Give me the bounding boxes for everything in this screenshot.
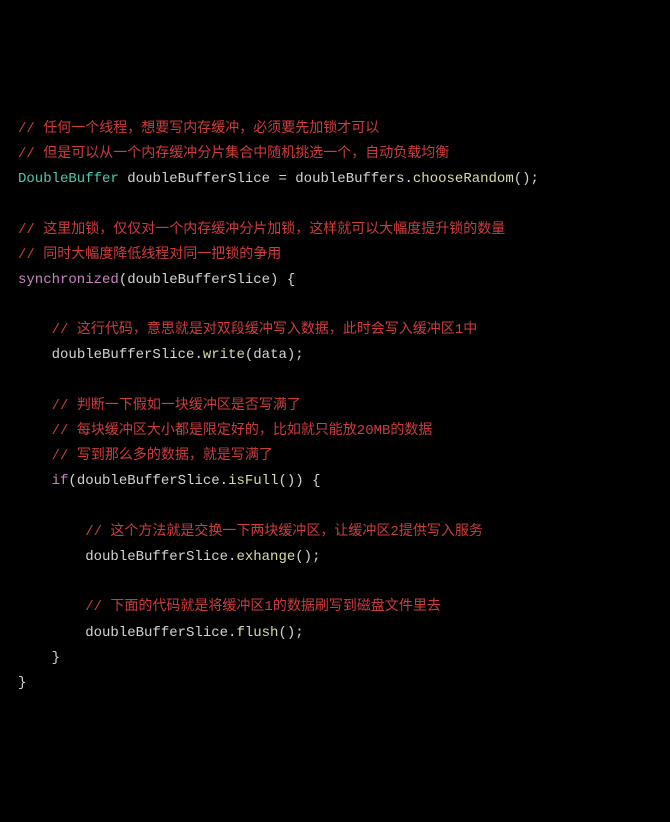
code-token-punct xyxy=(18,524,85,540)
code-token-comment: // 同时大幅度降低线程对同一把锁的争用 xyxy=(18,247,281,263)
code-line: // 任何一个线程，想要写内存缓冲，必须要先加锁才可以 xyxy=(18,117,652,142)
code-token-comment: // 判断一下假如一块缓冲区是否写满了 xyxy=(52,398,301,414)
code-token-comment: // 任何一个线程，想要写内存缓冲，必须要先加锁才可以 xyxy=(18,121,379,137)
code-token-keyword: synchronized xyxy=(18,272,119,288)
code-token-keyword: if xyxy=(52,473,69,489)
code-token-identifier: doubleBufferSlice xyxy=(52,347,195,363)
code-line: // 下面的代码就是将缓冲区1的数据刷写到磁盘文件里去 xyxy=(18,595,652,620)
code-token-comment: // 这个方法就是交换一下两块缓冲区，让缓冲区2提供写入服务 xyxy=(85,524,483,540)
code-line: if(doubleBufferSlice.isFull()) { xyxy=(18,469,652,494)
code-token-punct xyxy=(18,398,52,414)
code-token-identifier: doubleBufferSlice xyxy=(85,549,228,565)
code-line xyxy=(18,495,652,520)
code-line: DoubleBuffer doubleBufferSlice = doubleB… xyxy=(18,167,652,192)
code-line: // 这个方法就是交换一下两块缓冲区，让缓冲区2提供写入服务 xyxy=(18,520,652,545)
code-line xyxy=(18,570,652,595)
code-line: } xyxy=(18,671,652,696)
code-token-punct xyxy=(18,473,52,489)
code-line xyxy=(18,369,652,394)
code-token-punct: . xyxy=(405,171,413,187)
code-line: doubleBufferSlice.flush(); xyxy=(18,621,652,646)
code-token-comment: // 这行代码，意思就是对双段缓冲写入数据，此时会写入缓冲区1中 xyxy=(52,322,478,338)
code-token-comment: // 每块缓冲区大小都是限定好的，比如就只能放20MB的数据 xyxy=(52,423,433,439)
code-token-comment: // 但是可以从一个内存缓冲分片集合中随机挑选一个，自动负载均衡 xyxy=(18,146,449,162)
code-token-punct: } xyxy=(18,675,26,691)
code-token-identifier: doubleBufferSlice xyxy=(127,171,270,187)
code-line: // 但是可以从一个内存缓冲分片集合中随机挑选一个，自动负载均衡 xyxy=(18,142,652,167)
code-token-punct xyxy=(18,599,85,615)
code-line xyxy=(18,192,652,217)
code-token-method: write xyxy=(203,347,245,363)
code-line: // 判断一下假如一块缓冲区是否写满了 xyxy=(18,394,652,419)
code-line: // 每块缓冲区大小都是限定好的，比如就只能放20MB的数据 xyxy=(18,419,652,444)
code-line: } xyxy=(18,646,652,671)
code-token-method: chooseRandom xyxy=(413,171,514,187)
code-token-type: DoubleBuffer xyxy=(18,171,119,187)
code-line: // 这里加锁，仅仅对一个内存缓冲分片加锁，这样就可以大幅度提升锁的数量 xyxy=(18,218,652,243)
code-token-comment: // 写到那么多的数据，就是写满了 xyxy=(52,448,273,464)
code-token-punct: (); xyxy=(278,625,303,641)
code-line xyxy=(18,293,652,318)
code-token-punct xyxy=(18,347,52,363)
code-token-comment: // 这里加锁，仅仅对一个内存缓冲分片加锁，这样就可以大幅度提升锁的数量 xyxy=(18,222,505,238)
code-token-punct xyxy=(18,549,85,565)
code-token-punct xyxy=(18,322,52,338)
code-token-punct: (); xyxy=(514,171,539,187)
code-token-comment: // 下面的代码就是将缓冲区1的数据刷写到磁盘文件里去 xyxy=(85,599,441,615)
code-line: // 这行代码，意思就是对双段缓冲写入数据，此时会写入缓冲区1中 xyxy=(18,318,652,343)
code-token-punct xyxy=(18,625,85,641)
code-line: doubleBufferSlice.write(data); xyxy=(18,343,652,368)
code-token-punct xyxy=(119,171,127,187)
code-token-punct: (); xyxy=(295,549,320,565)
code-token-punct: (doubleBufferSlice. xyxy=(68,473,228,489)
code-token-method: flush xyxy=(236,625,278,641)
code-token-punct: (doubleBufferSlice) { xyxy=(119,272,295,288)
code-token-punct: . xyxy=(194,347,202,363)
code-token-punct xyxy=(18,423,52,439)
code-token-punct: } xyxy=(18,650,60,666)
code-token-punct xyxy=(18,448,52,464)
code-line: synchronized(doubleBufferSlice) { xyxy=(18,268,652,293)
code-token-identifier: doubleBuffers xyxy=(295,171,404,187)
code-block: // 任何一个线程，想要写内存缓冲，必须要先加锁才可以 // 但是可以从一个内存缓… xyxy=(18,117,652,696)
code-line: // 写到那么多的数据，就是写满了 xyxy=(18,444,652,469)
code-line: // 同时大幅度降低线程对同一把锁的争用 xyxy=(18,243,652,268)
code-token-method: isFull xyxy=(228,473,278,489)
code-token-punct: = xyxy=(270,171,295,187)
code-token-punct: ()) { xyxy=(278,473,320,489)
code-token-method: exhange xyxy=(236,549,295,565)
code-token-identifier: doubleBufferSlice xyxy=(85,625,228,641)
code-line: doubleBufferSlice.exhange(); xyxy=(18,545,652,570)
code-token-punct: (data); xyxy=(245,347,304,363)
